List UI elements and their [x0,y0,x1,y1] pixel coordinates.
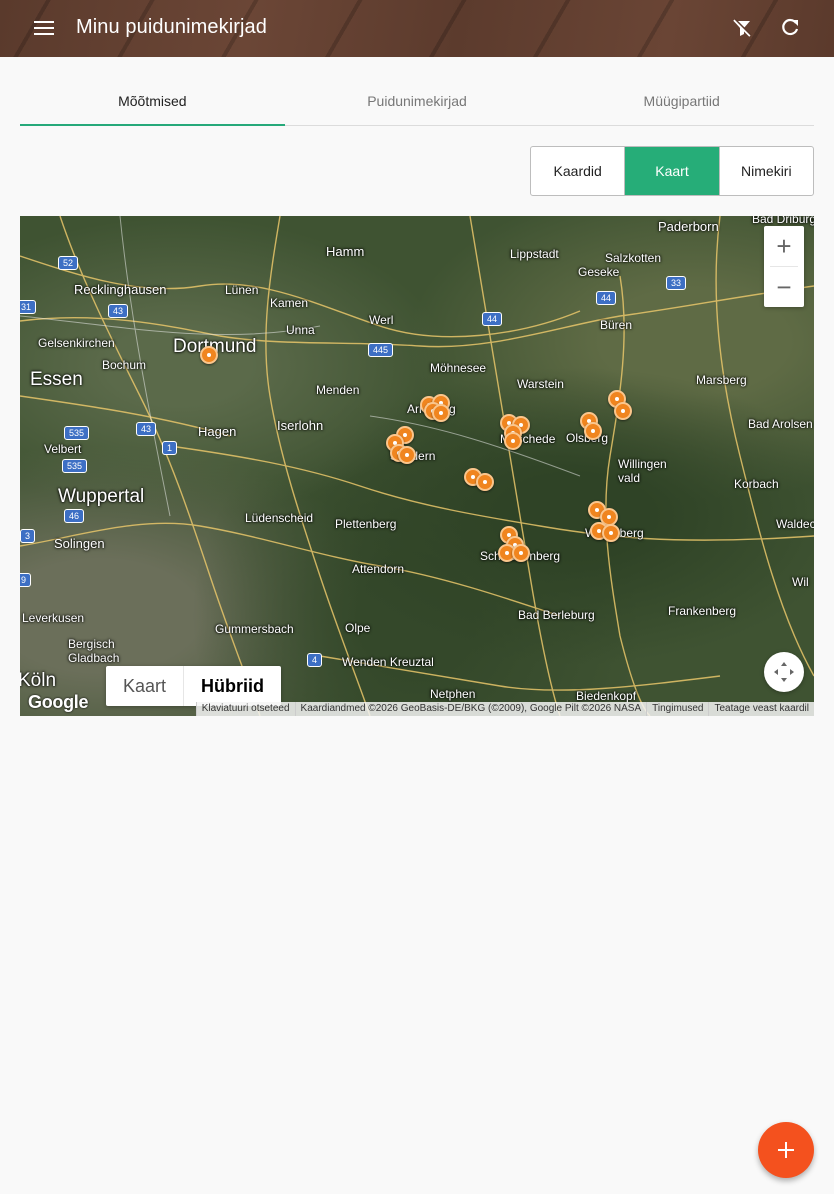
menu-icon[interactable] [24,8,64,48]
google-logo: Google [28,692,89,712]
place-label: Bad Arolsen [748,417,813,431]
place-label: Menden [316,383,360,397]
place-label: Paderborn [658,219,719,234]
place-label: Bochum [102,358,147,372]
road-shield: 9 [20,573,32,587]
view-map-button[interactable]: Kaart [624,147,719,195]
place-label: Gelsenkirchen [38,336,115,350]
measurement-marker[interactable] [602,524,620,542]
place-label: Hamm [326,244,365,259]
zoom-in-button[interactable]: + [764,226,804,266]
place-label: Geseke [578,265,620,279]
map[interactable]: Hamm Lippstadt Paderborn Bad Driburg Sal… [20,216,814,716]
zoom-control: + − [764,226,804,307]
road-shield: 3 [20,529,36,543]
place-label: Gummersbach [215,622,294,636]
place-label: Büren [600,318,633,332]
page-title: Minu puidunimekirjad [76,16,267,38]
plus-icon [778,1142,794,1158]
place-label: Netphen [430,687,476,701]
zoom-out-button[interactable]: − [764,267,804,307]
road-shield: 4 [307,653,323,667]
measurement-marker[interactable] [504,432,522,450]
road-shield: 46 [64,509,85,523]
place-label: Korbach [734,477,779,491]
place-label: Willingen vald [618,457,667,485]
keyboard-shortcuts-link[interactable]: Klaviatuuri otseteed [195,702,295,716]
place-label: Marsberg [696,373,747,387]
place-label: Warstein [517,377,564,391]
place-label: Iserlohn [277,418,324,433]
place-label: Wil [792,575,809,589]
view-cards-button[interactable]: Kaardid [531,147,624,195]
road-shield: 445 [368,343,394,357]
place-label: Essen [30,369,83,390]
place-label: Leverkusen [22,611,85,625]
road-shield: 43 [136,422,157,436]
view-toggle: Kaardid Kaart Nimekiri [530,146,814,196]
place-label: Biedenkopf [576,689,637,703]
place-label: Attendorn [352,562,405,576]
place-label: Werl [369,313,394,327]
map-type-map-button[interactable]: Kaart [106,666,183,706]
map-type-control: Kaart Hübriid [106,666,282,706]
add-button[interactable] [758,1122,814,1178]
terms-link[interactable]: Tingimused [646,702,709,716]
tab-puidunimekirjad[interactable]: Puidunimekirjad [285,78,550,125]
place-label: Hagen [198,424,237,439]
tab-bar: Mõõtmised Puidunimekirjad Müügipartiid [20,78,814,126]
map-data-attribution: Kaardiandmed ©2026 GeoBasis-DE/BKG (©200… [294,702,647,716]
place-label: Plettenberg [335,517,397,531]
tab-mootmised[interactable]: Mõõtmised [20,78,285,126]
view-list-button[interactable]: Nimekiri [718,147,813,195]
place-label: Bad Driburg [752,216,814,226]
place-label: Kamen [270,296,309,310]
app-bar: Minu puidunimekirjad [0,0,834,57]
map-type-hybrid-button[interactable]: Hübriid [183,666,281,706]
road-shield: 535 [64,426,90,440]
measurement-marker[interactable] [398,446,416,464]
place-label: Lüdenscheid [245,511,314,525]
place-label: Olpe [345,621,371,635]
place-label: Waldec [776,517,814,531]
place-label: Bad Berleburg [518,608,595,622]
measurement-marker[interactable] [512,544,530,562]
map-attribution: Klaviatuuri otseteed Kaardiandmed ©2026 … [195,702,814,716]
move-arrows-icon [774,662,794,682]
filter-off-icon[interactable] [722,8,762,48]
place-label: Unna [286,323,315,337]
place-label: Lünen [225,283,259,297]
road-shield: 44 [482,312,503,326]
place-label: Möhnesee [430,361,487,375]
road-shield: 52 [58,256,79,270]
measurement-marker[interactable] [584,422,602,440]
road-shield: 1 [162,441,178,455]
road-shield: 535 [62,459,88,473]
place-label: Köln [20,670,57,691]
road-shield: 43 [108,304,129,318]
measurement-marker[interactable] [200,346,218,364]
place-label: Lippstadt [510,247,559,261]
place-label: Bergisch Gladbach [68,637,120,665]
place-label: Recklinghausen [74,282,167,297]
place-label: Frankenberg [668,604,737,618]
camera-control-button[interactable] [764,652,804,692]
road-shield: 44 [596,291,617,305]
measurement-marker[interactable] [432,404,450,422]
road-shield: 33 [666,276,687,290]
place-label: Solingen [54,536,105,551]
place-label: Salzkotten [605,251,662,265]
measurement-marker[interactable] [476,473,494,491]
refresh-icon[interactable] [770,8,810,48]
road-shield: 31 [20,300,37,314]
tab-muugipartiid[interactable]: Müügipartiid [549,78,814,125]
measurement-marker[interactable] [614,402,632,420]
place-label: Velbert [44,442,82,456]
place-label: Wuppertal [58,486,145,507]
place-label: Wenden Kreuztal [342,655,434,669]
report-error-link[interactable]: Teatage veast kaardil [708,702,814,716]
